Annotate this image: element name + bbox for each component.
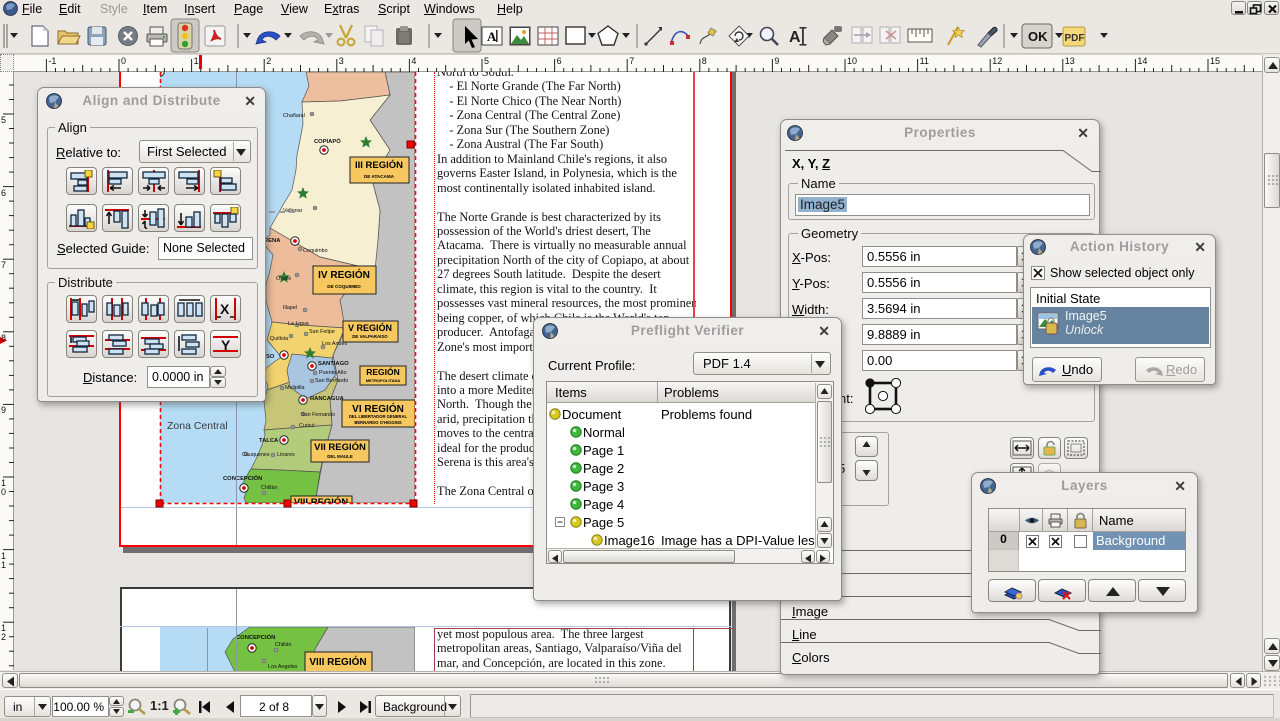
svg-text:VIII REGIÓN: VIII REGIÓN bbox=[309, 655, 366, 668]
svg-text:Chillán: Chillán bbox=[275, 642, 291, 648]
svg-text:OK: OK bbox=[1028, 29, 1048, 44]
svg-text:Los Angeles: Los Angeles bbox=[268, 664, 298, 670]
svg-text:Y: Y bbox=[221, 337, 231, 353]
svg-text:A: A bbox=[487, 29, 497, 44]
svg-text:PDF: PDF bbox=[1065, 33, 1085, 44]
svg-text:CONCEPCIÓN: CONCEPCIÓN bbox=[236, 633, 275, 641]
svg-text:X: X bbox=[220, 301, 230, 317]
svg-text:A: A bbox=[789, 29, 801, 46]
